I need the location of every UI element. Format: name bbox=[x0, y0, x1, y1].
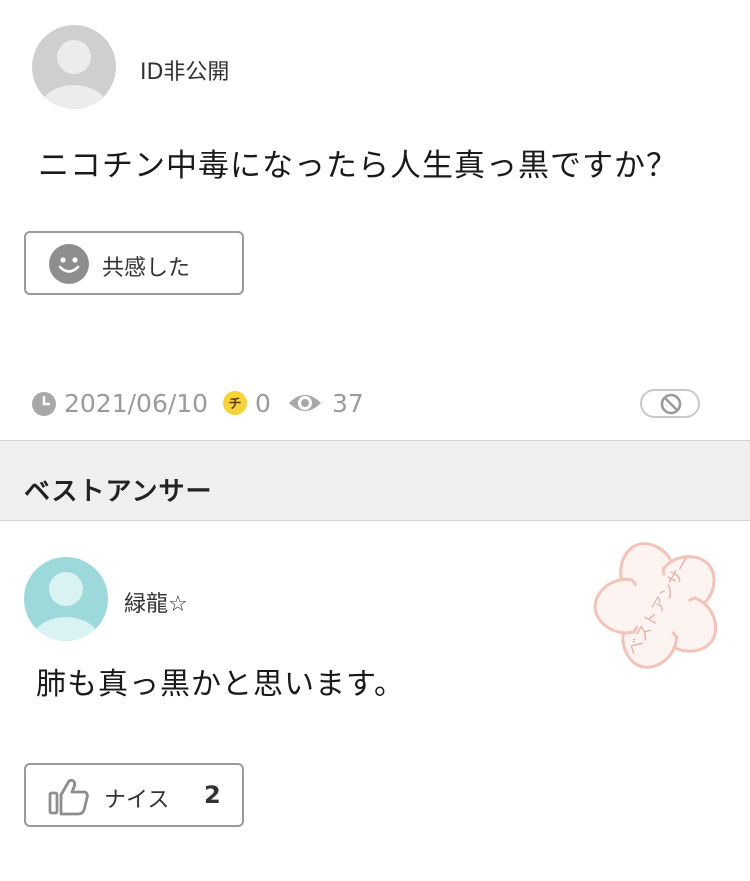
thumbs-up-icon bbox=[48, 775, 90, 817]
best-answer-stamp: ベストアンサー bbox=[585, 531, 733, 679]
question-author-avatar[interactable] bbox=[32, 25, 116, 109]
question-date: 2021/06/10 bbox=[64, 388, 209, 418]
empathy-button[interactable]: 共感した bbox=[24, 231, 244, 295]
block-button[interactable] bbox=[640, 389, 700, 418]
smile-icon bbox=[49, 244, 89, 284]
nice-button[interactable]: ナイス 2 bbox=[24, 763, 244, 827]
clock-icon bbox=[32, 392, 56, 416]
question-author-name[interactable]: ID非公開 bbox=[140, 54, 229, 86]
answer-text: 肺も真っ黒かと思います。 bbox=[36, 667, 405, 702]
chiebukuro-coin-icon: チ bbox=[222, 390, 248, 416]
eye-icon bbox=[287, 389, 323, 417]
empathy-label: 共感した bbox=[102, 256, 191, 281]
view-count: 37 bbox=[332, 388, 364, 418]
coin-glyph: チ bbox=[228, 397, 241, 412]
nice-label: ナイス bbox=[104, 788, 170, 813]
question-text: ニコチン中毒になったら人生真っ黒ですか？ bbox=[38, 148, 678, 184]
best-answer-title: ベストアンサー bbox=[24, 477, 213, 507]
block-icon bbox=[660, 393, 682, 415]
answer-author-avatar[interactable] bbox=[24, 557, 108, 641]
answer-author-name[interactable]: 緑龍☆ bbox=[124, 586, 188, 618]
nice-count: 2 bbox=[204, 781, 221, 809]
coin-count: 0 bbox=[255, 388, 271, 418]
best-answer-header: ベストアンサー bbox=[0, 440, 750, 521]
